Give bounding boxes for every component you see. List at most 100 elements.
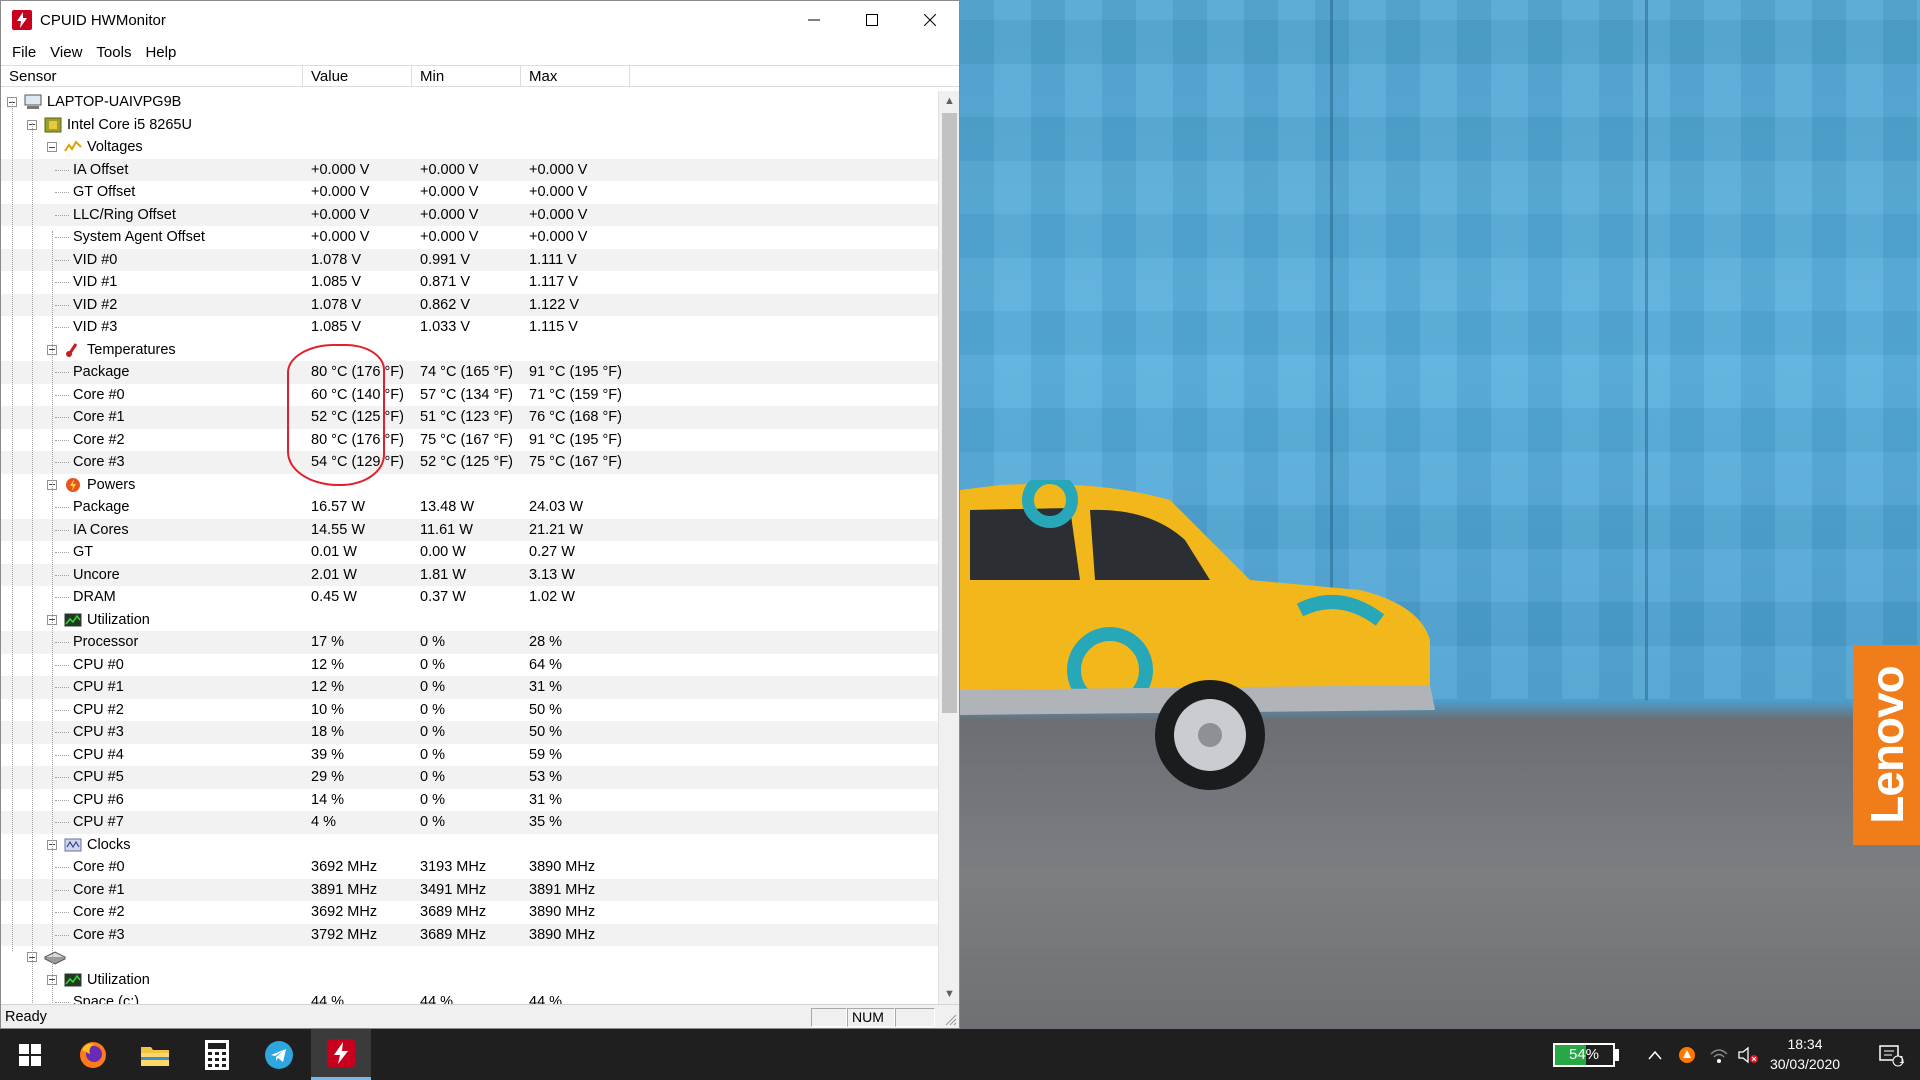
sensor-row[interactable]: DRAM 0.45 W 0.37 W 1.02 W [1, 586, 938, 609]
collapse-toggle-icon[interactable] [47, 142, 57, 152]
sensor-row[interactable]: Uncore 2.01 W 1.81 W 3.13 W [1, 563, 938, 586]
minimize-button[interactable] [785, 1, 843, 39]
sensor-label: VID #1 [73, 274, 118, 290]
tray-wifi[interactable] [1704, 1029, 1734, 1080]
scrollbar-thumb[interactable] [942, 113, 957, 713]
sensor-row[interactable]: Core #0 3692 MHz 3193 MHz 3890 MHz [1, 856, 938, 879]
sensor-row[interactable]: CPU #1 12 % 0 % 31 % [1, 676, 938, 699]
show-hidden-icons-button[interactable] [1640, 1029, 1670, 1080]
menu-view[interactable]: View [43, 44, 89, 61]
sensor-row[interactable]: VID #0 1.078 V 0.991 V 1.111 V [1, 248, 938, 271]
sensor-tree[interactable]: LAPTOP-UAIVPG9B Intel Core i5 8265U Voltag… [1, 91, 938, 1004]
scroll-down-arrow-icon[interactable]: ▼ [939, 984, 960, 1004]
taskbar-telegram[interactable] [249, 1029, 309, 1080]
sensor-min: 0.37 W [420, 589, 466, 605]
menu-file[interactable]: File [5, 44, 43, 61]
column-header-min[interactable]: Min [412, 66, 521, 86]
sensor-min: 1.033 V [420, 319, 470, 335]
sensor-label: Core #3 [73, 926, 125, 943]
sensor-row[interactable]: CPU #6 14 % 0 % 31 % [1, 789, 938, 812]
action-center-button[interactable]: 1 [1866, 1029, 1916, 1080]
tree-node[interactable]: Clocks [1, 834, 938, 857]
tree-node-label: LAPTOP-UAIVPG9B [47, 94, 182, 110]
sensor-row[interactable]: Core #3 3792 MHz 3689 MHz 3890 MHz [1, 923, 938, 946]
sensor-max: 21.21 W [529, 521, 583, 538]
sensor-row[interactable]: CPU #4 39 % 0 % 59 % [1, 744, 938, 767]
column-header-max[interactable]: Max [521, 66, 630, 86]
column-header-value[interactable]: Value [303, 66, 412, 86]
maximize-button[interactable] [843, 1, 901, 39]
tree-node[interactable]: Utilization [1, 969, 938, 992]
tree-node[interactable] [1, 946, 938, 969]
tree-node[interactable]: LAPTOP-UAIVPG9B [1, 91, 938, 114]
clock-time: 18:34 [1787, 1036, 1823, 1052]
sensor-row[interactable]: Core #2 3692 MHz 3689 MHz 3890 MHz [1, 901, 938, 924]
sensor-row[interactable]: GT Offset +0.000 V +0.000 V +0.000 V [1, 181, 938, 204]
sensor-row[interactable]: CPU #0 12 % 0 % 64 % [1, 654, 938, 677]
sensor-row[interactable]: VID #2 1.078 V 0.862 V 1.122 V [1, 293, 938, 316]
title-bar[interactable]: CPUID HWMonitor [1, 1, 959, 39]
sensor-row[interactable]: Package 16.57 W 13.48 W 24.03 W [1, 496, 938, 519]
sensor-row[interactable]: Processor 17 % 0 % 28 % [1, 631, 938, 654]
sensor-row[interactable]: Package 80 °C (176 °F) 74 °C (165 °F) 91 °C… [1, 361, 938, 384]
wall-seam [1645, 0, 1648, 700]
tree-node[interactable]: Utilization [1, 609, 938, 632]
power-icon [64, 477, 82, 493]
antivirus-icon [1679, 1046, 1695, 1063]
sensor-value: 12 % [311, 656, 345, 673]
resize-grip-icon[interactable] [943, 1012, 957, 1026]
start-button[interactable] [0, 1029, 60, 1080]
sensor-row[interactable]: VID #3 1.085 V 1.033 V 1.115 V [1, 316, 938, 339]
tree-connector [55, 259, 69, 261]
taskbar-hwmonitor[interactable] [311, 1029, 371, 1080]
column-header-sensor[interactable]: Sensor [1, 66, 303, 86]
sensor-row[interactable]: CPU #3 18 % 0 % 50 % [1, 721, 938, 744]
sensor-row[interactable]: LLC/Ring Offset +0.000 V +0.000 V +0.000 V [1, 203, 938, 226]
sensor-value: 39 % [311, 746, 345, 763]
tray-avast[interactable] [1672, 1029, 1702, 1080]
menu-tools[interactable]: Tools [89, 44, 138, 61]
tree-connector [55, 417, 69, 418]
sensor-row[interactable]: CPU #7 4 % 0 % 35 % [1, 811, 938, 834]
sensor-row[interactable]: Core #3 54 °C (129 °F) 52 °C (125 °F) 75 °C… [1, 451, 938, 474]
sensor-row[interactable]: CPU #5 29 % 0 % 53 % [1, 766, 938, 789]
sensor-row[interactable]: IA Cores 14.55 W 11.61 W 21.21 W [1, 518, 938, 541]
sensor-max: 1.117 V [529, 274, 578, 290]
sensor-row[interactable]: GT 0.01 W 0.00 W 0.27 W [1, 541, 938, 564]
sensor-row[interactable]: Core #1 3891 MHz 3491 MHz 3891 MHz [1, 878, 938, 901]
scroll-up-arrow-icon[interactable]: ▲ [939, 91, 960, 111]
tree-connector [55, 777, 69, 778]
menu-help[interactable]: Help [138, 44, 183, 61]
sensor-row[interactable]: CPU #2 10 % 0 % 50 % [1, 699, 938, 722]
taskbar-file-explorer[interactable] [125, 1029, 185, 1080]
taskbar-calculator[interactable] [187, 1029, 247, 1080]
maximize-icon [866, 14, 878, 26]
sensor-row[interactable]: VID #1 1.085 V 0.871 V 1.117 V [1, 271, 938, 294]
sensor-row[interactable]: Space (c:) 44 % 44 % 44 % [1, 991, 938, 1004]
sensor-value: 10 % [311, 701, 345, 718]
tree-connector [55, 597, 69, 598]
close-button[interactable] [901, 1, 959, 39]
sensor-row[interactable]: Core #2 80 °C (176 °F) 75 °C (167 °F) 91 °C… [1, 429, 938, 452]
sensor-label: VID #3 [73, 319, 118, 335]
sensor-row[interactable]: Core #0 60 °C (140 °F) 57 °C (134 °F) 71 °C… [1, 384, 938, 407]
sensor-max: 31 % [529, 791, 563, 808]
vertical-scrollbar[interactable]: ▲ ▼ [938, 91, 959, 1004]
taskbar-firefox[interactable] [63, 1029, 123, 1080]
sensor-max: 3891 MHz [529, 881, 596, 898]
tree-node[interactable]: Powers [1, 474, 938, 497]
sensor-row[interactable]: Core #1 52 °C (125 °F) 51 °C (123 °F) 76 °C… [1, 406, 938, 429]
tree-node[interactable]: Voltages [1, 136, 938, 159]
battery-indicator[interactable]: 54% [1553, 1043, 1615, 1067]
sensor-row[interactable]: IA Offset +0.000 V +0.000 V +0.000 V [1, 158, 938, 181]
tree-node[interactable]: Temperatures [1, 339, 938, 362]
tree-connector [55, 867, 69, 868]
sensor-row[interactable]: System Agent Offset +0.000 V +0.000 V +0.00… [1, 226, 938, 249]
sensor-min: 3491 MHz [420, 881, 487, 898]
taskbar: 54% 18:34 30/03/2020 1 [0, 1029, 1920, 1080]
sensor-label: Core #2 [73, 904, 125, 920]
tray-volume[interactable] [1733, 1029, 1763, 1080]
tree-connector [55, 912, 69, 913]
taskbar-clock[interactable]: 18:34 30/03/2020 [1760, 1034, 1850, 1074]
tree-node[interactable]: Intel Core i5 8265U [1, 114, 938, 137]
